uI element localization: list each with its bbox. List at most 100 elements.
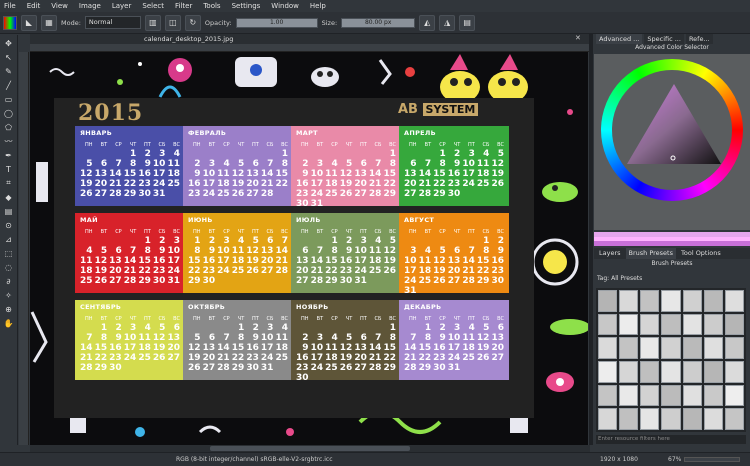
scroll-thumb[interactable] [210, 446, 410, 451]
brush-preset-tile[interactable] [640, 290, 660, 312]
tab-brush-presets[interactable]: Brush Presets [625, 248, 676, 259]
brush-preset-tile[interactable] [619, 360, 639, 383]
color-history-bar[interactable] [594, 232, 750, 246]
tag-select[interactable]: Tag: All Presets [597, 275, 642, 282]
menu-item[interactable]: View [51, 2, 68, 10]
polygon-icon[interactable]: ⬠ [2, 121, 16, 133]
menu-item[interactable]: Settings [232, 2, 261, 10]
eraser-mode-icon[interactable]: ▥ [144, 14, 161, 31]
opacity-slider[interactable]: 1.00 [235, 17, 318, 28]
brush-preset-tile[interactable] [661, 360, 681, 383]
brush-preset-tile[interactable] [724, 337, 744, 359]
zoom-slider[interactable] [684, 457, 740, 462]
menu-item[interactable]: Filter [175, 2, 192, 10]
brush-preset-tile[interactable] [682, 290, 702, 312]
brush-preset-tile[interactable] [703, 337, 723, 359]
transform-icon[interactable]: ✥ [2, 37, 16, 49]
menu-item[interactable]: Tools [203, 2, 220, 10]
brush-preset-tile[interactable] [640, 337, 660, 359]
move-icon[interactable]: ↖ [2, 51, 16, 63]
menu-item[interactable]: Image [79, 2, 101, 10]
tab-layers[interactable]: Layers [596, 248, 624, 259]
rect-select-icon[interactable]: ⬚ [2, 247, 16, 259]
brush-preset-tile[interactable] [619, 408, 639, 430]
text-icon[interactable]: T [2, 163, 16, 175]
tab-specific[interactable]: Specific ... [644, 34, 684, 44]
brush-preset-tile[interactable] [661, 313, 681, 336]
pattern-button[interactable]: ▦ [41, 14, 57, 31]
document-tab[interactable]: calendar_desktop_2015.jpg [140, 34, 237, 44]
brush-preset-tile[interactable] [724, 408, 744, 430]
brush-preset-tile[interactable] [598, 384, 618, 407]
brush-preset-button[interactable]: ◣ [21, 14, 37, 31]
lasso-icon[interactable]: ∂ [2, 275, 16, 287]
brush-preset-tile[interactable] [598, 408, 618, 430]
brush-preset-tile[interactable] [682, 313, 702, 336]
menu-item[interactable]: Window [271, 2, 299, 10]
menu-item[interactable]: Edit [27, 2, 41, 10]
size-slider[interactable]: 80.00 px [341, 17, 416, 28]
brush-preset-tile[interactable] [598, 337, 618, 359]
brush-preset-tile[interactable] [640, 313, 660, 336]
pan-icon[interactable]: ✋ [2, 317, 16, 329]
horizontal-scrollbar[interactable] [30, 445, 590, 452]
brush-preset-tile[interactable] [703, 384, 723, 407]
brush-preset-tile[interactable] [682, 384, 702, 407]
brush-preset-tile[interactable] [703, 360, 723, 383]
vertical-scrollbar[interactable] [589, 34, 593, 445]
brush-preset-tile[interactable] [640, 360, 660, 383]
gradient-icon[interactable]: ▤ [2, 205, 16, 217]
brush-preset-tile[interactable] [661, 408, 681, 430]
tab-reference[interactable]: Refe... [685, 34, 713, 44]
brush-preset-tile[interactable] [703, 290, 723, 312]
brush-preset-tile[interactable] [703, 313, 723, 336]
brush-preset-tile[interactable] [661, 384, 681, 407]
resource-filter-input[interactable]: Enter resource filters here [596, 435, 746, 444]
brush-preset-tile[interactable] [682, 337, 702, 359]
path-icon[interactable]: ✒ [2, 149, 16, 161]
close-tab-icon[interactable]: ✕ [575, 34, 581, 42]
rectangle-icon[interactable]: ▭ [2, 93, 16, 105]
brush-preset-tile[interactable] [661, 337, 681, 359]
brush-preset-tile[interactable] [619, 313, 639, 336]
color-swatch[interactable] [3, 15, 17, 30]
brush-preset-tile[interactable] [598, 290, 618, 312]
brush-icon[interactable]: ✎ [2, 65, 16, 77]
brush-preset-tile[interactable] [682, 360, 702, 383]
fill-icon[interactable]: ◆ [2, 191, 16, 203]
canvas[interactable]: 2015 AB SYSTEM ЯНВАРЬ ПН ВТ СР ЧТ ПТ СБ ВС 1 2 3 4 5… [30, 52, 588, 445]
brush-preset-tile[interactable] [640, 408, 660, 430]
crop-icon[interactable]: ⌗ [2, 177, 16, 189]
picker-icon[interactable]: ⊙ [2, 219, 16, 231]
measure-icon[interactable]: ⊿ [2, 233, 16, 245]
brush-preset-tile[interactable] [703, 408, 723, 430]
color-triangle[interactable] [594, 54, 750, 230]
brush-preset-tile[interactable] [619, 290, 639, 312]
tab-advanced[interactable]: Advanced ... [596, 34, 643, 44]
brush-preset-tile[interactable] [640, 384, 660, 407]
menu-item[interactable]: Select [142, 2, 164, 10]
color-selector[interactable] [594, 54, 750, 246]
blend-mode-select[interactable]: Normal [84, 16, 141, 29]
menu-item[interactable]: Layer [112, 2, 132, 10]
brush-preset-tile[interactable] [724, 384, 744, 407]
brush-preset-tile[interactable] [724, 290, 744, 312]
magic-wand-icon[interactable]: ✧ [2, 289, 16, 301]
mirror-horizontal-icon[interactable]: ◭ [419, 14, 436, 31]
freehand-icon[interactable]: 〰 [2, 135, 16, 147]
brush-preset-tile[interactable] [724, 313, 744, 336]
brush-preset-tile[interactable] [661, 290, 681, 312]
line-icon[interactable]: ╱ [2, 79, 16, 91]
ellipse-icon[interactable]: ◯ [2, 107, 16, 119]
mirror-vertical-icon[interactable]: ◮ [439, 14, 456, 31]
tab-tool-options[interactable]: Tool Options [678, 248, 724, 259]
ellipse-select-icon[interactable]: ◌ [2, 261, 16, 273]
menu-item[interactable]: Help [310, 2, 326, 10]
reload-icon[interactable]: ↻ [184, 14, 201, 31]
alpha-lock-icon[interactable]: ◫ [164, 14, 181, 31]
brush-preset-tile[interactable] [598, 360, 618, 383]
brush-preset-tile[interactable] [724, 360, 744, 383]
zoom-icon[interactable]: ⊕ [2, 303, 16, 315]
brush-preset-tile[interactable] [619, 337, 639, 359]
brush-preset-tile[interactable] [598, 313, 618, 336]
